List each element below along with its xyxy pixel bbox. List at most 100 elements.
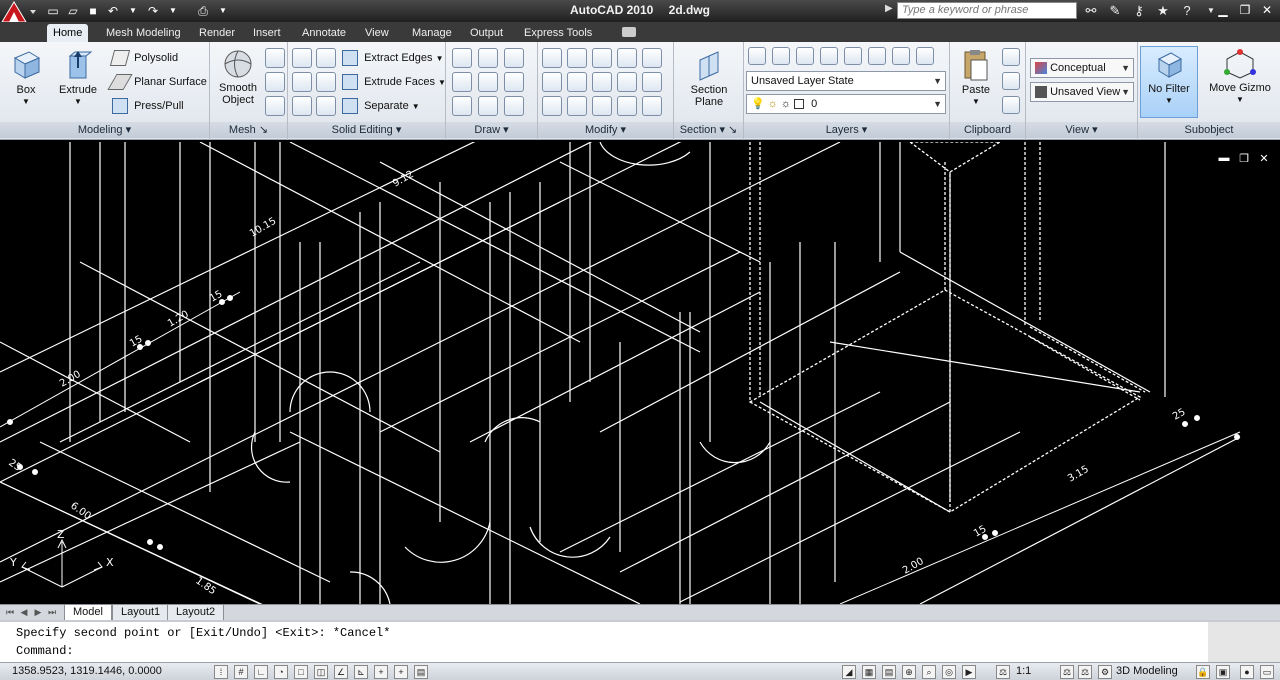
- tools-icon[interactable]: ✎: [1106, 2, 1124, 20]
- polysolid-button[interactable]: Polysolid: [109, 48, 178, 68]
- first-layout-icon[interactable]: ⏮: [4, 606, 16, 619]
- trim-icon[interactable]: [642, 48, 662, 68]
- rectangle-icon[interactable]: [478, 96, 498, 116]
- layout-tab-model[interactable]: Model: [64, 605, 112, 621]
- extrude-faces-button[interactable]: Extrude Faces ▼: [342, 72, 446, 92]
- fillet-edge-icon[interactable]: [617, 48, 637, 68]
- help-icon[interactable]: ?: [1178, 2, 1196, 20]
- annotation-scale-icon[interactable]: ⚖: [996, 665, 1010, 679]
- line-icon[interactable]: [452, 48, 472, 68]
- panel-title-section[interactable]: Section ▾ ↘: [674, 122, 743, 138]
- circle-icon[interactable]: [504, 72, 524, 92]
- viewport-restore-icon[interactable]: ❐: [1238, 152, 1250, 165]
- redo-dropdown-icon[interactable]: ▼: [164, 2, 182, 20]
- grid-display-icon[interactable]: #: [234, 665, 248, 679]
- undo-icon[interactable]: ↶: [104, 2, 122, 20]
- zoom-icon[interactable]: ⌕: [922, 665, 936, 679]
- construction-line-icon[interactable]: [478, 72, 498, 92]
- command-line[interactable]: Specify second point or [Exit/Undo] <Exi…: [0, 620, 1280, 662]
- fillet-icon[interactable]: [642, 72, 662, 92]
- clean-screen-icon[interactable]: ▭: [1260, 665, 1274, 679]
- ellipse-icon[interactable]: [504, 96, 524, 116]
- align-icon[interactable]: [567, 72, 587, 92]
- auto-scale-icon[interactable]: ⚖: [1078, 665, 1092, 679]
- planar-surface-button[interactable]: Planar Surface: [107, 72, 207, 92]
- layer-properties-icon[interactable]: [748, 47, 766, 65]
- panel-title-layers[interactable]: Layers ▾: [744, 122, 949, 138]
- tab-view[interactable]: View: [359, 24, 395, 42]
- tab-express-tools[interactable]: Express Tools: [518, 24, 598, 42]
- undo-dropdown-icon[interactable]: ▼: [124, 2, 142, 20]
- snap-mode-icon[interactable]: ⁞: [214, 665, 228, 679]
- subscription-key-icon[interactable]: ⚷: [1130, 2, 1148, 20]
- polygon-icon[interactable]: [452, 96, 472, 116]
- annotation-visibility-icon[interactable]: ⚖: [1060, 665, 1074, 679]
- steeringwheels-icon[interactable]: ⊕: [902, 665, 916, 679]
- match-properties-icon[interactable]: [1002, 96, 1020, 114]
- object-snap-tracking-icon[interactable]: ∠: [334, 665, 348, 679]
- allow-dynamic-ucs-icon[interactable]: ⊾: [354, 665, 368, 679]
- panel-title-modify[interactable]: Modify ▾: [538, 122, 673, 138]
- dynamic-input-icon[interactable]: +: [374, 665, 388, 679]
- command-prompt[interactable]: Command:: [16, 644, 74, 658]
- layer-dropdown[interactable]: 💡 ☼ ☼ 0 ▼: [746, 94, 946, 114]
- rotate-icon[interactable]: [592, 72, 612, 92]
- copy-clip-icon[interactable]: [1002, 72, 1020, 90]
- panel-title-draw[interactable]: Draw ▾: [446, 122, 537, 138]
- workspace-switching-icon[interactable]: ⚙: [1098, 665, 1112, 679]
- polyline-icon[interactable]: [478, 48, 498, 68]
- prev-layout-icon[interactable]: ◀: [18, 606, 30, 619]
- plot-icon[interactable]: ⎙: [194, 2, 212, 20]
- box-button[interactable]: Box ▼: [6, 48, 46, 108]
- 3d-array-icon[interactable]: [542, 48, 562, 68]
- section-plane-button[interactable]: Section Plane: [684, 48, 734, 108]
- panel-title-modeling[interactable]: Modeling ▾: [0, 122, 209, 138]
- layer-freeze-icon[interactable]: [844, 47, 862, 65]
- workspace-value[interactable]: 3D Modeling: [1116, 665, 1178, 677]
- imprint-icon[interactable]: [316, 96, 336, 116]
- smooth-object-button[interactable]: Smooth Object: [216, 48, 260, 106]
- subtract-icon[interactable]: [316, 48, 336, 68]
- viewport-minimize-icon[interactable]: ▬: [1218, 152, 1230, 165]
- copy-icon[interactable]: [617, 72, 637, 92]
- 3d-object-snap-icon[interactable]: ◫: [314, 665, 328, 679]
- slice-icon[interactable]: [316, 72, 336, 92]
- intersect-icon[interactable]: [292, 72, 312, 92]
- mirror-icon[interactable]: [542, 96, 562, 116]
- interfere-icon[interactable]: [292, 96, 312, 116]
- 3d-align-icon[interactable]: [567, 96, 587, 116]
- stretch-icon[interactable]: [642, 96, 662, 116]
- extract-edges-button[interactable]: Extract Edges ▼: [342, 48, 444, 68]
- layout-tab-layout2[interactable]: Layout2: [167, 605, 225, 621]
- layer-unlock-icon[interactable]: [916, 47, 934, 65]
- panel-title-solid-editing[interactable]: Solid Editing ▾: [288, 122, 445, 138]
- erase-icon[interactable]: [617, 96, 637, 116]
- tab-render[interactable]: Render: [193, 24, 241, 42]
- tab-mesh-modeling[interactable]: Mesh Modeling: [100, 24, 187, 42]
- panel-title-clipboard[interactable]: Clipboard: [950, 122, 1025, 138]
- move-gizmo-button[interactable]: Move Gizmo ▼: [1204, 48, 1276, 106]
- layer-state-dropdown[interactable]: Unsaved Layer State ▼: [746, 71, 946, 91]
- tab-annotate[interactable]: Annotate: [296, 24, 352, 42]
- mesh-refine-icon[interactable]: [265, 48, 285, 68]
- layer-isolate-icon[interactable]: [796, 47, 814, 65]
- panel-title-mesh[interactable]: Mesh ↘: [210, 122, 287, 138]
- binoculars-icon[interactable]: ⚯: [1082, 2, 1100, 20]
- quick-view-drawings-icon[interactable]: ▤: [882, 665, 896, 679]
- mesh-crease-icon[interactable]: [265, 72, 285, 92]
- named-view-dropdown[interactable]: Unsaved View ▼: [1030, 82, 1134, 102]
- 3d-rotate-icon[interactable]: [567, 48, 587, 68]
- panel-title-subobject[interactable]: Subobject: [1138, 122, 1280, 138]
- isolate-objects-icon[interactable]: ●: [1240, 665, 1254, 679]
- quick-properties-icon[interactable]: ▤: [414, 665, 428, 679]
- panel-title-view[interactable]: View ▾: [1026, 122, 1137, 138]
- close-icon[interactable]: ✕: [1258, 2, 1276, 18]
- viewport-close-icon[interactable]: ✕: [1258, 152, 1270, 165]
- layer-unisolate-icon[interactable]: [820, 47, 838, 65]
- spline-icon[interactable]: [452, 72, 472, 92]
- cut-icon[interactable]: [1002, 48, 1020, 66]
- hardware-acceleration-icon[interactable]: ▣: [1216, 665, 1230, 679]
- toolbar-lock-icon[interactable]: 🔒: [1196, 665, 1210, 679]
- qat-customize-icon[interactable]: ▼: [214, 2, 232, 20]
- ribbon-minimize-icon[interactable]: [622, 27, 636, 37]
